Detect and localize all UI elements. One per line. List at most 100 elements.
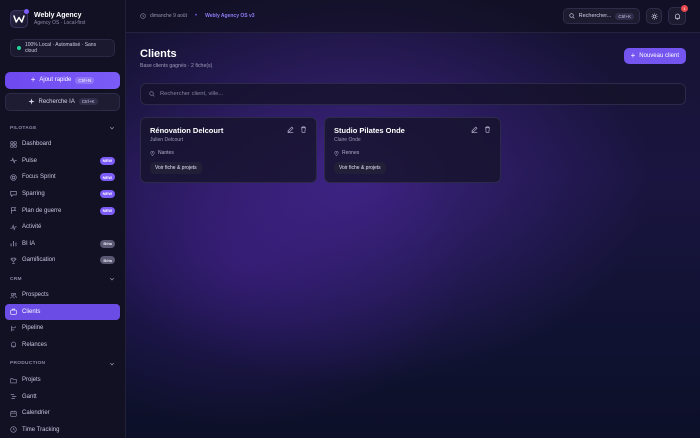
client-card[interactable]: Studio Pilates Onde Claire Onde Rennes V… xyxy=(324,117,501,183)
sidebar-item-label: Time Tracking xyxy=(22,426,60,433)
beta-badge: Bêta xyxy=(100,239,115,248)
sidebar-item-label: BI IA xyxy=(22,240,36,247)
sidebar-item-label: Clients xyxy=(22,308,41,315)
brand[interactable]: Webly Agency Agency OS · Local-first xyxy=(0,0,125,28)
sidebar-item-calendrier[interactable]: Calendrier xyxy=(5,405,120,422)
card-actions xyxy=(287,126,307,133)
notification-count-badge: 1 xyxy=(681,5,688,12)
edit-icon[interactable] xyxy=(287,126,294,133)
sidebar-item-label: Sparring xyxy=(22,190,45,197)
client-search-bar xyxy=(140,83,686,105)
location-pin-icon xyxy=(150,150,155,156)
edit-icon[interactable] xyxy=(471,126,478,133)
sidebar-item-label: Prospects xyxy=(22,292,49,299)
users-icon xyxy=(10,292,17,299)
topbar-actions: Rechercher... Ctrl+K 1 xyxy=(562,5,688,25)
bell-icon xyxy=(10,341,17,348)
sidebar-item-prospects[interactable]: Prospects xyxy=(5,287,120,304)
brand-name: Webly Agency xyxy=(34,12,82,19)
activity-icon xyxy=(10,223,17,231)
client-city-text: Rennes xyxy=(342,150,360,156)
logo xyxy=(10,9,29,28)
topbar: dimanche 9 août • Webly Agency OS v3 Rec… xyxy=(126,0,700,33)
clock-icon xyxy=(140,13,146,19)
main-content: dimanche 9 août • Webly Agency OS v3 Rec… xyxy=(126,0,700,438)
sparkle-icon xyxy=(27,98,35,106)
client-name: Studio Pilates Onde xyxy=(334,126,405,135)
quick-add-shortcut: Ctrl+N xyxy=(75,76,95,84)
chart-icon xyxy=(10,240,17,247)
sidebar-item-clients[interactable]: Clients xyxy=(5,303,120,321)
sidebar-item-dashboard[interactable]: Dashboard xyxy=(5,136,120,153)
quick-add-button[interactable]: + Ajout rapide Ctrl+N xyxy=(5,71,120,90)
sidebar-item-focus-sprint[interactable]: Focus Sprint NEW xyxy=(5,169,120,186)
chevron-down-icon xyxy=(109,362,115,366)
ia-search-button[interactable]: Recherche IA Ctrl+K xyxy=(5,93,120,111)
sidebar-item-time-tracking[interactable]: Time Tracking xyxy=(5,421,120,438)
separator-dot: • xyxy=(194,13,198,19)
sidebar-item-gantt[interactable]: Gantt xyxy=(5,388,120,405)
sidebar-item-bi-ia[interactable]: BI IA Bêta xyxy=(5,235,120,252)
client-contact: Claire Onde xyxy=(334,137,361,143)
trash-icon[interactable] xyxy=(484,126,491,133)
trophy-icon xyxy=(10,257,17,264)
date-display: dimanche 9 août • Webly Agency OS v3 xyxy=(140,13,255,19)
flag-icon xyxy=(10,207,17,214)
bell-icon xyxy=(674,13,680,19)
ia-search-label: Recherche IA xyxy=(38,98,75,105)
view-client-button[interactable]: Voir fiche & projets xyxy=(150,162,202,174)
pulse-icon xyxy=(10,157,17,165)
sidebar-item-gamification[interactable]: Gamification Bêta xyxy=(5,252,120,269)
global-search-button[interactable]: Rechercher... Ctrl+K xyxy=(562,8,640,24)
sidebar-item-label: Plan de guerre xyxy=(22,207,62,214)
local-status-pill: 100% Local · Automatisé · Sans cloud xyxy=(10,39,115,57)
sidebar-item-label: Relances xyxy=(22,341,48,348)
version-label: Webly Agency OS v3 xyxy=(205,13,255,19)
global-search-label: Rechercher... xyxy=(578,13,612,19)
sidebar-item-label: Pulse xyxy=(22,157,38,164)
new-badge: NEW xyxy=(99,156,115,165)
logo-w-icon xyxy=(13,15,25,23)
theme-toggle-button[interactable] xyxy=(646,8,662,24)
new-badge: NEW xyxy=(99,189,115,198)
client-city: Rennes xyxy=(334,150,491,156)
new-client-button[interactable]: + Nouveau client xyxy=(623,48,686,64)
sidebar-item-label: Dashboard xyxy=(22,141,52,148)
sidebar-item-label: Pipeline xyxy=(22,325,44,332)
trash-icon[interactable] xyxy=(300,126,307,133)
sidebar-item-projets[interactable]: Projets xyxy=(5,372,120,389)
sidebar-item-label: Gantt xyxy=(22,393,37,400)
briefcase-icon xyxy=(10,308,17,315)
section-pilotage[interactable]: PILOTAGE xyxy=(0,123,125,133)
sidebar: Webly Agency Agency OS · Local-first 100… xyxy=(0,0,126,438)
local-status-text: 100% Local · Automatisé · Sans cloud xyxy=(24,41,97,54)
client-card[interactable]: Rénovation Delcourt Julien Delcourt Nant… xyxy=(140,117,317,183)
target-icon xyxy=(10,174,17,181)
sun-icon xyxy=(650,12,658,20)
new-badge: NEW xyxy=(99,173,115,182)
notifications-button[interactable]: 1 xyxy=(668,5,688,25)
sidebar-item-plan-de-guerre[interactable]: Plan de guerre NEW xyxy=(5,202,120,219)
sidebar-item-label: Gamification xyxy=(22,257,56,264)
sidebar-item-pulse[interactable]: Pulse NEW xyxy=(5,153,120,170)
section-production[interactable]: PRODUCTION xyxy=(0,359,125,369)
status-dot-icon xyxy=(17,45,21,50)
sidebar-item-relances[interactable]: Relances xyxy=(5,337,120,354)
client-cards: Rénovation Delcourt Julien Delcourt Nant… xyxy=(126,105,700,183)
view-client-button[interactable]: Voir fiche & projets xyxy=(334,162,386,174)
search-icon xyxy=(569,13,575,19)
chat-icon xyxy=(10,190,17,198)
section-crm-label: CRM xyxy=(10,276,22,282)
plus-icon: + xyxy=(630,51,636,60)
sidebar-item-activite[interactable]: Activité xyxy=(5,219,120,236)
clock-icon xyxy=(10,426,17,433)
chevron-down-icon xyxy=(109,278,115,281)
page-header: Clients Base clients gagnés · 2 fiche(s)… xyxy=(126,33,700,69)
section-production-label: PRODUCTION xyxy=(10,361,46,367)
sidebar-item-sparring[interactable]: Sparring NEW xyxy=(5,186,120,203)
new-client-label: Nouveau client xyxy=(639,53,679,59)
section-crm[interactable]: CRM xyxy=(0,274,125,284)
client-search-input[interactable] xyxy=(160,91,677,97)
sidebar-item-pipeline[interactable]: Pipeline xyxy=(5,320,120,337)
grid-icon xyxy=(10,141,17,148)
